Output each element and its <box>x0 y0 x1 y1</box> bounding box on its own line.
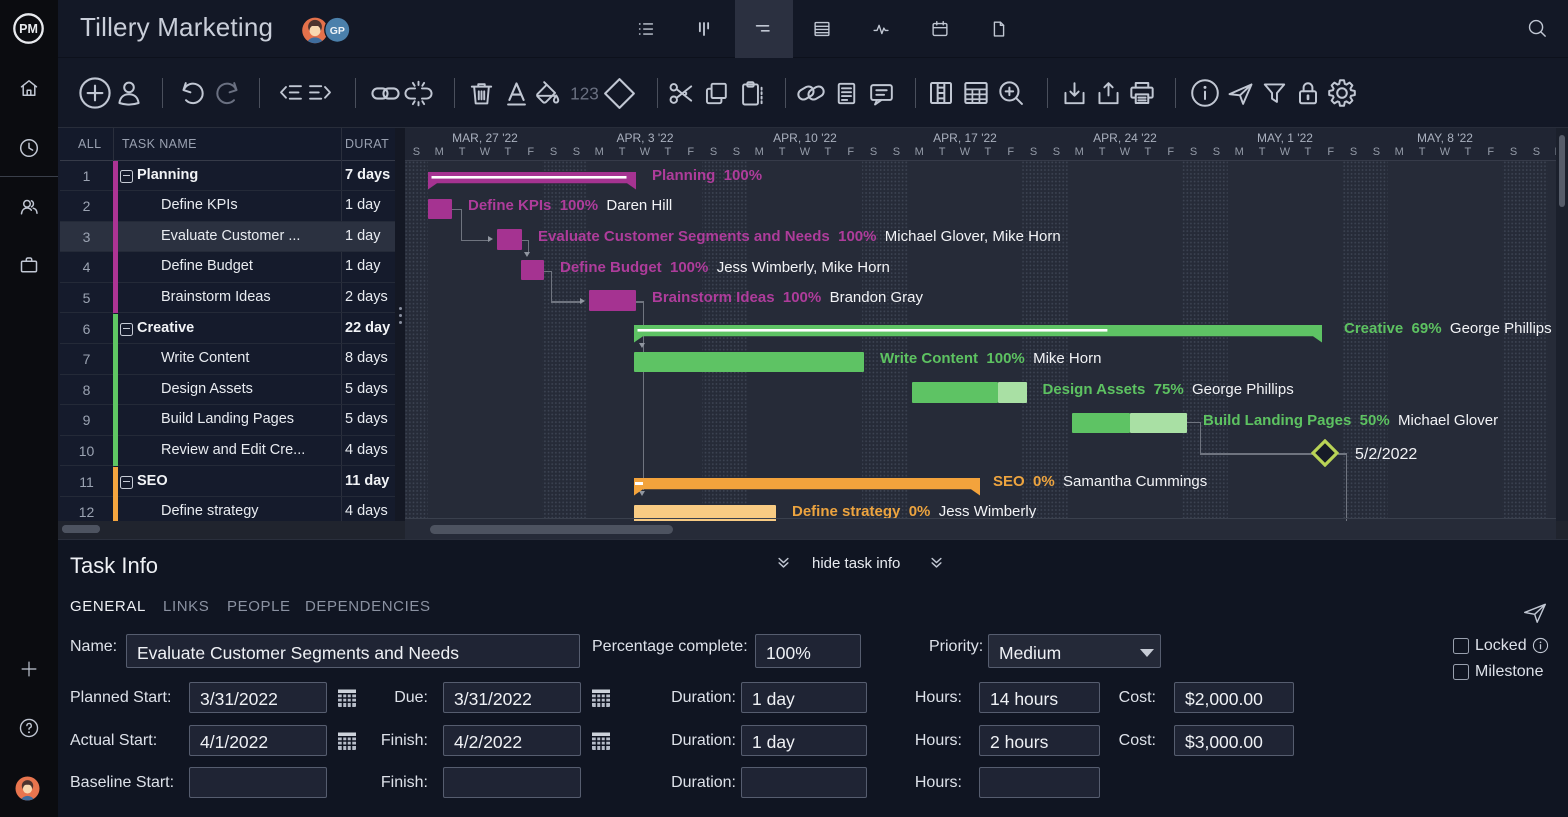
svg-text:123: 123 <box>570 83 599 103</box>
svg-text:GP: GP <box>330 25 345 37</box>
svg-text:PM: PM <box>19 22 38 36</box>
